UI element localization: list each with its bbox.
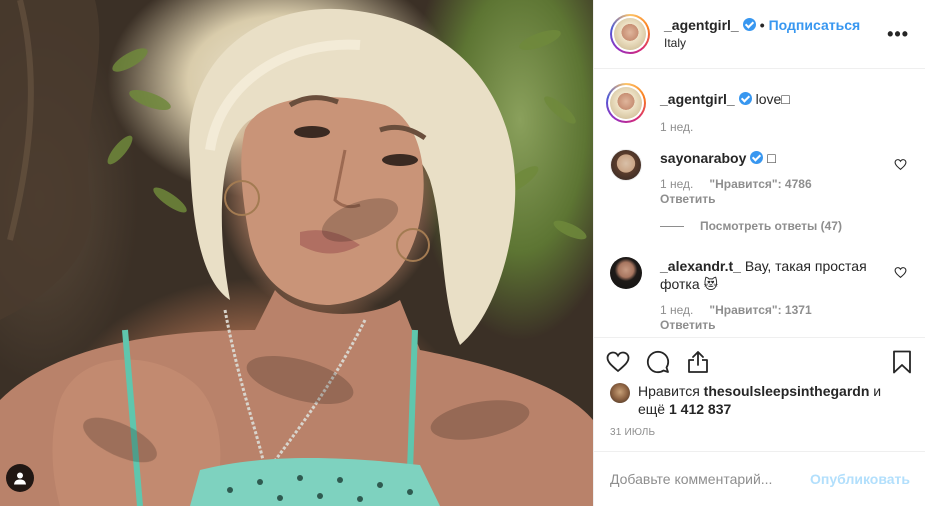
comment-button[interactable] [646,350,670,374]
reply-button[interactable]: Ответить [660,192,889,207]
post-sidebar: _agentgirl_ • Подписаться Italy ••• _agent… [593,0,925,506]
comment-username[interactable]: sayonaraboy [660,150,746,166]
action-bar [594,337,925,385]
liker-avatar [610,383,630,403]
comment-time[interactable]: 1 нед. [660,177,693,191]
likes-count[interactable]: 1 412 837 [669,401,731,417]
post-header: _agentgirl_ • Подписаться Italy ••• [594,0,925,69]
verified-badge-icon [738,92,752,105]
comment-text: □ [767,150,776,166]
caption-username[interactable]: _agentgirl_ [660,91,735,107]
reply-button[interactable]: Ответить [660,318,889,333]
comments-list[interactable]: _agentgirl_ love□ 1 нед. sayonaraboy □ 1… [594,69,925,337]
publish-button[interactable]: Опубликовать [810,471,910,487]
post-location[interactable]: Italy [664,34,887,52]
liked-by-conj: и [873,383,882,399]
caption-time[interactable]: 1 нед. [660,120,693,134]
liked-by-user[interactable]: thesoulsleepsinthegardn [704,383,870,399]
comment-item: _alexandr.t_ Вау, такая простая фотка 😻 … [610,257,909,333]
comment-time[interactable]: 1 нед. [660,303,693,317]
heart-outline-icon [606,351,630,372]
comment-avatar[interactable] [610,257,642,289]
replies-divider [660,225,684,227]
bookmark-icon [893,350,911,373]
save-button[interactable] [890,350,914,374]
liked-by[interactable]: Нравится thesoulsleepsinthegardn и ещё 1… [610,382,910,418]
author-username[interactable]: _agentgirl_ [664,17,739,33]
caption-text: love□ [755,91,790,107]
post-date[interactable]: 31 июль [610,427,655,438]
caption: _agentgirl_ love□ 1 нед. [606,83,909,135]
liked-by-more-prefix: ещё [638,401,666,417]
like-button[interactable] [606,350,630,374]
comment-input[interactable] [610,471,811,487]
instagram-post: _agentgirl_ • Подписаться Italy ••• _agent… [0,0,925,506]
comment-item: sayonaraboy □ 1 нед. "Нравится": 4786 Отв… [610,149,909,207]
verified-badge-icon [750,151,764,164]
share-button[interactable] [686,350,710,374]
comment-username[interactable]: _alexandr.t_ [660,258,741,274]
caption-avatar[interactable] [606,83,646,123]
user-tag-icon [14,472,26,485]
heart-outline-icon[interactable] [894,158,907,171]
comment-avatar[interactable] [610,149,642,181]
liked-by-prefix: Нравится [638,383,700,399]
share-icon [688,350,708,373]
more-options-icon[interactable]: ••• [887,25,909,43]
heart-outline-icon[interactable] [894,266,907,279]
user-tag-button[interactable] [6,464,34,492]
author-meta: _agentgirl_ • Подписаться Italy [664,16,887,52]
verified-badge-icon [742,18,756,31]
separator-dot: • [759,17,765,33]
comment-likes[interactable]: "Нравится": 4786 [709,177,811,191]
add-comment-form: Опубликовать [594,451,925,506]
comment-icon [646,350,670,373]
view-replies-button[interactable]: Посмотреть ответы (47) [660,219,909,233]
post-photo[interactable] [0,0,593,506]
author-avatar[interactable] [610,14,650,54]
follow-button[interactable]: Подписаться [769,17,861,33]
comment-likes[interactable]: "Нравится": 1371 [709,303,811,317]
photo-illustration [0,0,593,506]
view-replies-label[interactable]: Посмотреть ответы (47) [700,219,842,233]
